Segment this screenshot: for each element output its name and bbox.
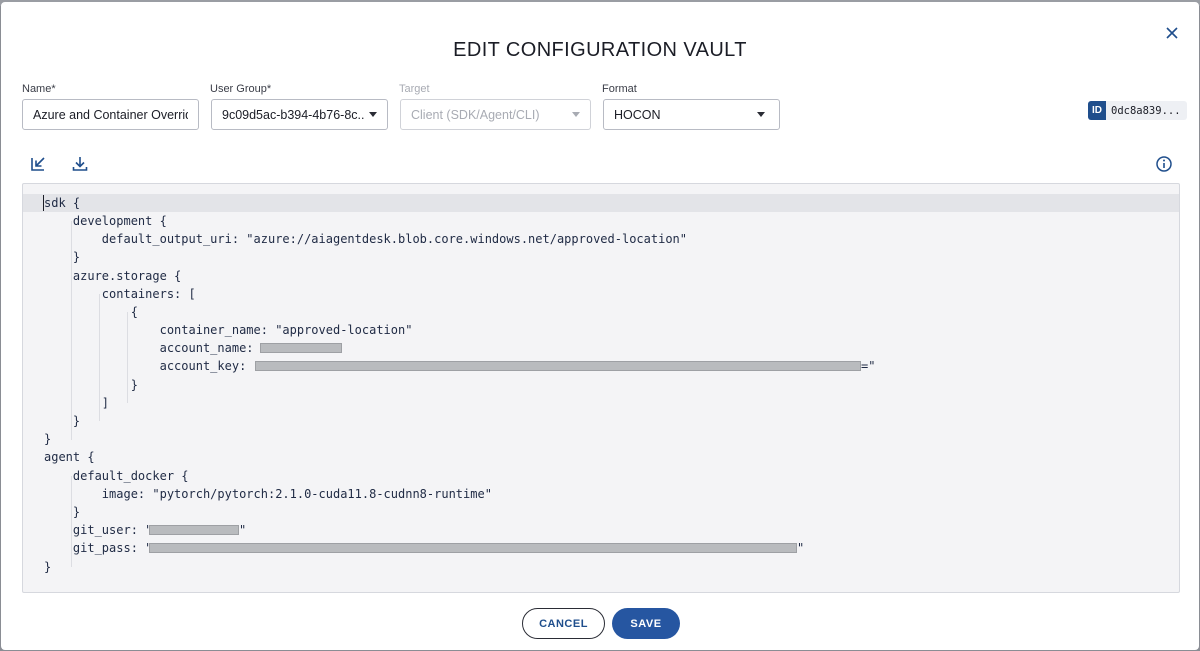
code-line: git_pass: " " [44, 541, 805, 555]
code-line: containers: [ [44, 287, 196, 301]
info-button[interactable] [1154, 154, 1174, 174]
target-select[interactable]: Client (SDK/Agent/CLI) [400, 99, 591, 130]
code-line: { [44, 305, 138, 319]
close-icon [1166, 27, 1178, 39]
info-icon [1156, 156, 1172, 172]
close-button[interactable] [1161, 22, 1183, 44]
code-editor[interactable]: sdk { development { default_output_uri: … [22, 183, 1180, 593]
chevron-down-icon [757, 112, 765, 117]
redacted-value [260, 343, 342, 353]
code-line: account_key: " =" [44, 359, 876, 373]
target-label: Target [399, 83, 430, 95]
redacted-value [149, 543, 797, 553]
code-line: } [44, 432, 52, 446]
name-input[interactable]: Azure and Container Overrides [22, 99, 199, 130]
code-line: default_docker { [44, 469, 189, 483]
user-group-label: User Group* [210, 83, 272, 95]
save-button[interactable]: SAVE [612, 608, 680, 639]
code-line: } [44, 414, 81, 428]
code-line: development { [44, 214, 167, 228]
user-group-value: 9c09d5ac-b394-4b76-8c... [222, 107, 365, 122]
code-line: image: "pytorch/pytorch:2.1.0-cuda11.8-c… [44, 487, 492, 501]
import-button[interactable] [29, 154, 49, 174]
code-line: } [44, 505, 81, 519]
code-line: agent { [44, 450, 95, 464]
format-label: Format [602, 83, 637, 95]
chevron-down-icon [572, 112, 580, 117]
download-icon [72, 157, 88, 171]
id-value: 0dc8a839... [1111, 104, 1181, 117]
format-select[interactable]: HOCON [603, 99, 780, 130]
text-cursor [43, 195, 44, 211]
user-group-select[interactable]: 9c09d5ac-b394-4b76-8c... [211, 99, 388, 130]
code-line: git_user: " " [44, 523, 247, 537]
redacted-value [149, 525, 239, 535]
code-line: default_output_uri: "azure://aiagentdesk… [44, 232, 687, 246]
import-icon [31, 157, 45, 171]
name-input-value: Azure and Container Overrides [33, 107, 188, 122]
code-line: } [44, 250, 81, 264]
code-line: } [44, 560, 52, 574]
download-button[interactable] [70, 154, 90, 174]
code-line: } [44, 378, 138, 392]
redacted-value [255, 361, 861, 371]
format-value: HOCON [614, 107, 661, 122]
code-line: ] [44, 396, 110, 410]
code-line: sdk { [23, 194, 1179, 213]
code-line: azure.storage { [44, 269, 182, 283]
id-badge[interactable]: ID 0dc8a839... [1088, 101, 1187, 120]
name-label: Name* [22, 83, 56, 95]
code-line: account_name: " [23, 339, 1179, 357]
code-line: container_name: "approved-location" [44, 323, 413, 337]
edit-configuration-vault-dialog: EDIT CONFIGURATION VAULT Name* Azure and… [1, 2, 1199, 650]
cancel-button[interactable]: CANCEL [522, 608, 605, 639]
target-value: Client (SDK/Agent/CLI) [411, 107, 540, 122]
id-tag: ID [1088, 101, 1106, 120]
chevron-down-icon [369, 112, 377, 117]
dialog-title: EDIT CONFIGURATION VAULT [453, 39, 747, 61]
